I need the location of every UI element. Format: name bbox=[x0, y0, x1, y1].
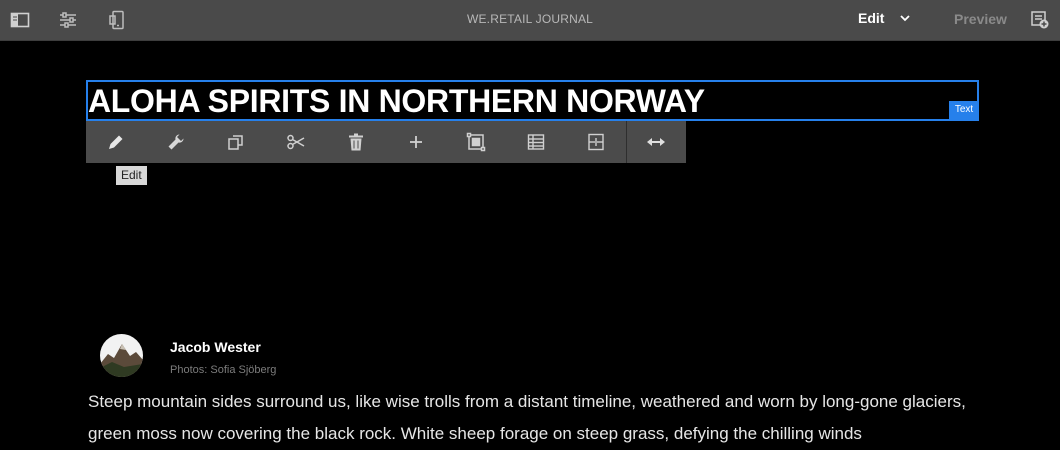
select-parent-button[interactable] bbox=[506, 121, 566, 163]
page-properties-icon[interactable] bbox=[58, 10, 78, 30]
mode-label: Edit bbox=[858, 10, 885, 26]
component-type-label: Text bbox=[949, 101, 979, 119]
side-panel-icon[interactable] bbox=[10, 10, 30, 30]
delete-button[interactable] bbox=[326, 121, 386, 163]
resize-icon bbox=[647, 138, 665, 146]
mode-select[interactable]: Edit bbox=[858, 10, 910, 26]
component-toolbar bbox=[86, 121, 686, 163]
copy-icon bbox=[228, 135, 243, 150]
emulator-icon[interactable] bbox=[108, 10, 128, 30]
group-icon bbox=[466, 132, 486, 152]
photo-credit: Photos: Sofia Sjöberg bbox=[170, 364, 277, 376]
edit-button[interactable] bbox=[86, 121, 146, 163]
author-name: Jacob Wester bbox=[170, 339, 261, 355]
delete-icon bbox=[349, 133, 363, 151]
cut-icon bbox=[287, 134, 305, 150]
resize-button[interactable] bbox=[626, 121, 686, 163]
chevron-down-icon bbox=[900, 15, 910, 22]
pencil-icon bbox=[109, 135, 123, 149]
layout-button[interactable] bbox=[566, 121, 626, 163]
top-toolbar: WE.RETAIL JOURNAL Edit Preview bbox=[0, 0, 1060, 41]
avatar bbox=[100, 334, 143, 377]
wrench-icon bbox=[168, 134, 184, 150]
insert-button[interactable] bbox=[386, 121, 446, 163]
insert-icon bbox=[410, 136, 422, 148]
tooltip: Edit bbox=[116, 166, 147, 185]
annotations-icon[interactable] bbox=[1030, 10, 1050, 30]
preview-button[interactable]: Preview bbox=[954, 11, 1007, 27]
copy-button[interactable] bbox=[206, 121, 266, 163]
layout-icon bbox=[588, 133, 604, 151]
configure-button[interactable] bbox=[146, 121, 206, 163]
group-button[interactable] bbox=[446, 121, 506, 163]
article-heading[interactable]: ALOHA SPIRITS IN NORTHERN NORWAY bbox=[88, 83, 705, 119]
parent-icon bbox=[527, 134, 545, 150]
cut-button[interactable] bbox=[266, 121, 326, 163]
article-body: Steep mountain sides surround us, like w… bbox=[88, 392, 966, 443]
